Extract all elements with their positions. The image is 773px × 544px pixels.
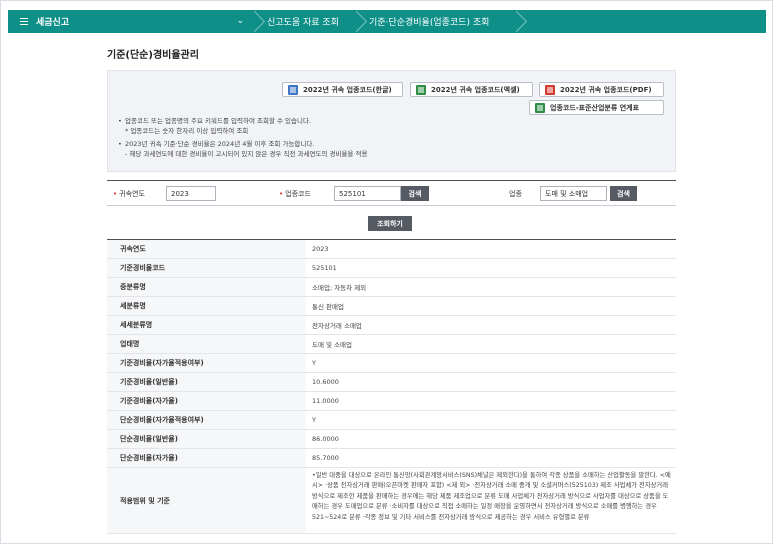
download-pdf-label: 2022년 귀속 업종코드(PDF)	[560, 85, 652, 94]
excel-file-icon	[535, 103, 545, 113]
row-value: 525101	[312, 264, 337, 272]
code-label-text: 업종코드	[285, 190, 311, 198]
download-mapping-label: 업종코드-표준산업분류 연계표	[550, 103, 640, 112]
row-value: 85.7000	[312, 454, 339, 462]
table-row: 기준경비율(자가율) 11.0000	[107, 392, 676, 411]
note-2-sub: - 해당 과세연도에 대한 경비율이 고시되어 있지 않은 경우 직전 과세연도…	[125, 150, 368, 158]
industry-label: 업종	[509, 190, 522, 198]
info-box: 2022년 귀속 업종코드(한글) 2022년 귀속 업종코드(엑셀) 2022…	[107, 70, 676, 172]
row-value: Y	[312, 359, 316, 367]
row-label: 기준경비율(일반율)	[107, 373, 306, 391]
pdf-file-icon	[545, 85, 555, 95]
table-row: 세분류명 통신 판매업	[107, 297, 676, 316]
row-label: 귀속연도	[107, 240, 306, 258]
hamburger-menu-icon[interactable]	[20, 16, 28, 27]
hwp-file-icon	[288, 85, 298, 95]
nav-home-label: 세금신고	[36, 18, 70, 28]
row-value: 소매업; 자동차 제외	[312, 284, 367, 292]
row-label: 업태명	[107, 335, 306, 353]
breadcrumb-label-2: 기준·단순경비율(업종코드) 조회	[369, 18, 490, 28]
table-row: 기준경비율코드 525101	[107, 259, 676, 278]
industry-input[interactable]	[540, 186, 607, 201]
table-row-scope: 적용범위 및 기준 •일반 대중을 대상으로 온라인 통신망(사회관계망서비스(S…	[107, 468, 676, 534]
page-title: 기준(단순)경비율관리	[107, 50, 199, 61]
row-value: 전자상거래 소매업	[312, 322, 362, 330]
row-label: 기준경비율(자가율적용여부)	[107, 354, 306, 372]
download-excel-label: 2022년 귀속 업종코드(엑셀)	[431, 85, 520, 94]
info-notes: 업종코드 또는 업종명의 주요 키워드를 입력하여 조회할 수 있습니다. * …	[118, 116, 367, 159]
table-row: 업태명 도매 및 소매업	[107, 335, 676, 354]
required-marker: •	[279, 190, 284, 198]
breadcrumb-item-2[interactable]: 기준·단순경비율(업종코드) 조회	[354, 10, 514, 33]
table-row: 기준경비율(일반율) 10.6000	[107, 373, 676, 392]
row-label: 중분류명	[107, 278, 306, 296]
industry-code-input[interactable]	[334, 186, 401, 201]
table-row: 기준경비율(자가율적용여부) Y	[107, 354, 676, 373]
result-table: 귀속연도 2023 기준경비율코드 525101 중분류명 소매업; 자동차 제외 세…	[107, 239, 676, 534]
row-label: 단순경비율(자가율)	[107, 449, 306, 467]
page-frame: 세금신고 ⌄ 신고도움 자료 조회 기준·단순경비율(업종코드) 조회 기준(단…	[0, 0, 773, 544]
breadcrumb-separator-icon	[252, 10, 262, 33]
row-label: 단순경비율(일반율)	[107, 430, 306, 448]
breadcrumb-item-1[interactable]: 신고도움 자료 조회	[252, 10, 354, 33]
row-value: 도매 및 소매업	[312, 341, 353, 349]
table-row: 귀속연도 2023	[107, 240, 676, 259]
row-value: 11.0000	[312, 397, 339, 405]
download-hwp-button[interactable]: 2022년 귀속 업종코드(한글)	[282, 82, 403, 97]
download-hwp-label: 2022년 귀속 업종코드(한글)	[303, 85, 392, 94]
row-value: 2023	[312, 245, 329, 253]
breadcrumb-label-1: 신고도움 자료 조회	[267, 18, 339, 28]
top-navigation: 세금신고 ⌄ 신고도움 자료 조회 기준·단순경비율(업종코드) 조회	[8, 10, 766, 33]
table-row: 단순경비율(자가율적용여부) Y	[107, 411, 676, 430]
search-bar: •귀속연도 •업종코드 검색 업종 검색	[107, 180, 676, 206]
breadcrumb-separator-icon	[514, 10, 524, 33]
row-label: 기준경비율코드	[107, 259, 306, 277]
note-1: 업종코드 또는 업종명의 주요 키워드를 입력하여 조회할 수 있습니다.	[118, 116, 367, 126]
query-button[interactable]: 조회하기	[368, 216, 412, 231]
code-search-button[interactable]: 검색	[401, 186, 429, 201]
breadcrumb-separator-icon	[354, 10, 364, 33]
row-value: 10.6000	[312, 378, 339, 386]
scope-description: •일반 대중을 대상으로 온라인 통신망(사회관계망서비스(SNS)채널은 제외…	[312, 472, 671, 521]
download-excel-button[interactable]: 2022년 귀속 업종코드(엑셀)	[410, 82, 533, 97]
required-marker: •	[113, 190, 118, 198]
industry-search-button[interactable]: 검색	[610, 186, 637, 201]
table-row: 단순경비율(일반율) 86.0000	[107, 430, 676, 449]
download-mapping-button[interactable]: 업종코드-표준산업분류 연계표	[529, 100, 664, 115]
row-label: 세분류명	[107, 297, 306, 315]
row-label: 단순경비율(자가율적용여부)	[107, 411, 306, 429]
row-label: 적용범위 및 기준	[107, 468, 306, 533]
excel-file-icon	[416, 85, 426, 95]
year-label-text: 귀속연도	[119, 190, 145, 198]
nav-home-menu[interactable]: 세금신고 ⌄	[8, 10, 252, 33]
row-value: Y	[312, 416, 316, 424]
year-label: • 귀속연도	[113, 189, 145, 199]
row-value: 통신 판매업	[312, 303, 344, 311]
row-label: 세세분류명	[107, 316, 306, 334]
table-row: 단순경비율(자가율) 85.7000	[107, 449, 676, 468]
year-input[interactable]	[166, 186, 216, 201]
breadcrumb-end	[514, 10, 534, 33]
download-pdf-button[interactable]: 2022년 귀속 업종코드(PDF)	[539, 82, 664, 97]
note-2: 2023년 귀속 기준·단순 경비율은 2024년 4월 이후 조회 가능합니다…	[118, 139, 367, 149]
row-label: 기준경비율(자가율)	[107, 392, 306, 410]
note-1-sub: * 업종코드는 숫자 한자리 이상 입력하여 조회	[125, 127, 249, 135]
table-row: 세세분류명 전자상거래 소매업	[107, 316, 676, 335]
table-row: 중분류명 소매업; 자동차 제외	[107, 278, 676, 297]
code-label: • 업종코드	[279, 189, 311, 199]
row-value: 86.0000	[312, 435, 339, 443]
